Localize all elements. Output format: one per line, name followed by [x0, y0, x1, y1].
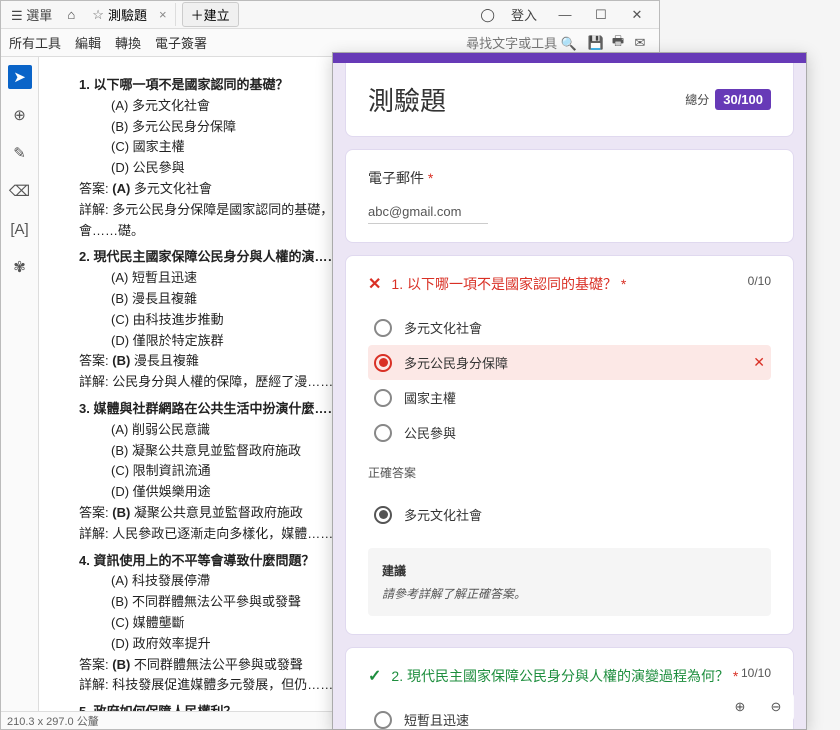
q1-score: 0/10 — [748, 274, 771, 288]
share-icon[interactable]: ✉ — [629, 35, 651, 51]
new-tab-button[interactable]: ＋ 建立 — [182, 2, 239, 27]
form-accent-bar — [333, 53, 806, 63]
left-toolbar: ➤ ⊕ ✎ ⌫ [A] ✾ — [1, 57, 39, 711]
q1-opt-a[interactable]: 多元文化社會 — [368, 310, 771, 345]
menu-icon[interactable]: ☰ 選單 — [5, 3, 58, 26]
erase-tool-icon[interactable]: ⌫ — [8, 179, 32, 203]
correct-answer-label: 正確答案 — [368, 464, 771, 481]
score-wrap: 總分 30/100 — [685, 89, 771, 110]
q1-text: 1. 以下哪一項不是國家認同的基礎？ * — [391, 274, 626, 294]
page-size: 210.3 x 297.0 公釐 — [7, 713, 99, 729]
tool-all[interactable]: 所有工具 — [9, 33, 61, 52]
form-title: 測驗題 — [368, 81, 446, 118]
tool-sign[interactable]: 電子簽署 — [155, 33, 207, 52]
login-button[interactable]: 登入 — [505, 3, 543, 26]
maximize-button[interactable]: ☐ — [583, 7, 619, 23]
print-icon[interactable]: 🖶 — [607, 32, 629, 54]
email-label: 電子郵件 * — [368, 168, 771, 188]
titlebar: ☰ 選單 ⌂ ☆ 測驗題 × ＋ 建立 ◯ 登入 ― ☐ ✕ — [1, 1, 659, 29]
q1-correct-opt: 多元文化社會 — [368, 497, 771, 532]
score-label: 總分 — [685, 91, 709, 108]
stamp-tool-icon[interactable]: ✾ — [8, 255, 32, 279]
correct-icon: ✓ — [368, 666, 381, 686]
search-box[interactable]: 尋找文字或工具 🔍 — [466, 33, 577, 52]
q1-opt-b[interactable]: 多元公民身分保障✕ — [368, 345, 771, 380]
help-icon[interactable]: ◯ — [474, 5, 501, 25]
zoom-tool-icon[interactable]: ⊕ — [8, 103, 32, 127]
wrong-mark-icon: ✕ — [753, 354, 765, 371]
tab-close-icon[interactable]: × — [159, 7, 167, 22]
wrong-icon: ✕ — [368, 274, 381, 294]
email-card: 電子郵件 * abc@gmail.com — [345, 149, 794, 243]
select-tool-icon[interactable]: ➤ — [8, 65, 32, 89]
draw-tool-icon[interactable]: ✎ — [8, 141, 32, 165]
text-tool-icon[interactable]: [A] — [8, 217, 32, 241]
tab-title: 測驗題 — [108, 5, 147, 24]
question-1-card: ✕ 1. 以下哪一項不是國家認同的基礎？ * 0/10 多元文化社會 多元公民身… — [345, 255, 794, 635]
zoom-out-icon[interactable]: ⊖ — [766, 697, 786, 717]
star-icon[interactable]: ☆ — [92, 7, 104, 23]
q2-opt-a[interactable]: 短暫且迅速 — [368, 702, 771, 729]
form-window: 測驗題 總分 30/100 電子郵件 * abc@gmail.com ✕ 1. … — [332, 52, 807, 730]
email-value: abc@gmail.com — [368, 204, 488, 224]
feedback-box: 建議 請參考詳解了解正確答案。 — [368, 548, 771, 616]
close-button[interactable]: ✕ — [619, 7, 655, 23]
home-icon[interactable]: ⌂ — [62, 6, 80, 24]
save-icon[interactable]: 💾 — [585, 35, 607, 51]
q1-opt-d[interactable]: 公民參與 — [368, 415, 771, 450]
score-badge: 30/100 — [715, 89, 771, 110]
tool-edit[interactable]: 編輯 — [75, 33, 101, 52]
form-scroll[interactable]: 測驗題 總分 30/100 電子郵件 * abc@gmail.com ✕ 1. … — [333, 53, 806, 729]
feedback-text: 請參考詳解了解正確答案。 — [382, 585, 757, 602]
tool-convert[interactable]: 轉換 — [115, 33, 141, 52]
zoom-in-icon[interactable]: ⊕ — [730, 697, 750, 717]
q2-text: 2. 現代民主國家保障公民身分與人權的演變過程為何？ * — [391, 666, 738, 686]
form-header-card: 測驗題 總分 30/100 — [345, 63, 794, 137]
q1-opt-c[interactable]: 國家主權 — [368, 380, 771, 415]
q2-score: 10/10 — [741, 666, 771, 680]
zoom-controls: ⊕ ⊖ — [722, 693, 794, 721]
feedback-title: 建議 — [382, 562, 757, 579]
document-tab[interactable]: ☆ 測驗題 × — [84, 3, 175, 26]
minimize-button[interactable]: ― — [547, 7, 583, 22]
